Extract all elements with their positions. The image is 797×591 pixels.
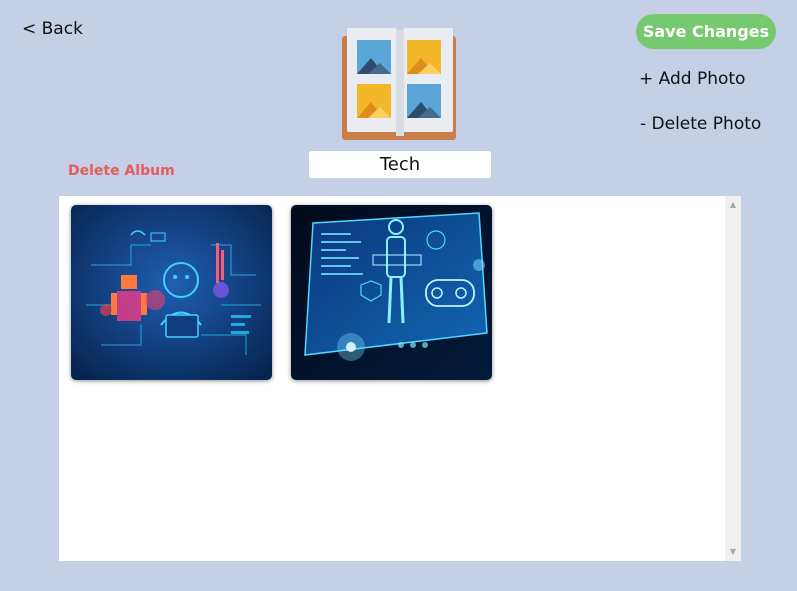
add-photo-button[interactable]: + Add Photo bbox=[639, 69, 745, 89]
photo-thumbnail[interactable] bbox=[291, 205, 492, 380]
delete-photo-button[interactable]: - Delete Photo bbox=[640, 114, 761, 134]
photo-album-icon bbox=[340, 26, 460, 140]
back-link[interactable]: < Back bbox=[22, 19, 83, 39]
scroll-down-icon[interactable]: ▼ bbox=[725, 546, 741, 558]
tech-illustration-photo bbox=[71, 205, 272, 380]
album-title-input[interactable] bbox=[309, 151, 491, 178]
scroll-up-icon[interactable]: ▲ bbox=[725, 199, 741, 211]
photo-gallery: ▲ ▼ bbox=[59, 196, 741, 561]
gallery-scrollbar[interactable]: ▲ ▼ bbox=[725, 196, 741, 561]
delete-album-link[interactable]: Delete Album bbox=[68, 163, 175, 179]
save-changes-button[interactable]: Save Changes bbox=[636, 14, 776, 49]
holographic-interface-photo bbox=[291, 205, 492, 380]
photo-thumbnail[interactable] bbox=[71, 205, 272, 380]
